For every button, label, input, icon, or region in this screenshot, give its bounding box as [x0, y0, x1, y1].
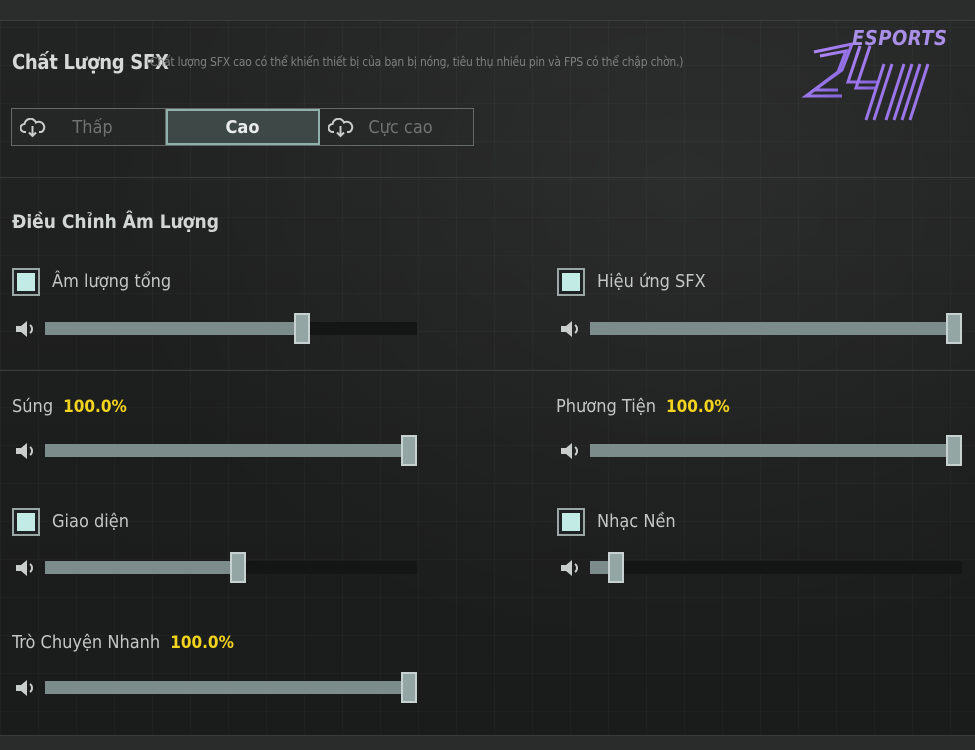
- quick-chat-percent: 100.0%: [170, 633, 234, 653]
- speaker-icon: [561, 321, 578, 337]
- slider-thumb[interactable]: [401, 435, 417, 466]
- quick-chat-slider[interactable]: [45, 672, 417, 703]
- sfx-effects-checkbox[interactable]: [557, 268, 585, 296]
- sfx-option-ultra-label: Cực cao: [368, 116, 433, 138]
- slider-thumb[interactable]: [946, 313, 962, 344]
- speaker-icon: [16, 560, 33, 576]
- sfx-quality-selector: Thấp Cao Cực cao: [11, 108, 474, 146]
- sfx-effects-label: Hiệu ứng SFX: [597, 271, 706, 292]
- sfx-option-high-label: Cao: [225, 116, 260, 138]
- volume-section-title: Điều Chỉnh Âm Lượng: [12, 211, 219, 233]
- divider: [0, 177, 975, 178]
- sfx-quality-note: (Chất lượng SFX cao có thể khiến thiết b…: [146, 55, 684, 69]
- music-volume-label: Nhạc Nền: [597, 511, 676, 532]
- sfx-option-low[interactable]: Thấp: [12, 109, 166, 145]
- vehicles-percent: 100.0%: [665, 397, 730, 417]
- guns-label: Súng: [12, 396, 54, 417]
- speaker-icon: [16, 680, 33, 696]
- quick-chat-label: Trò Chuyện Nhanh: [12, 632, 161, 653]
- guns-percent: 100.0%: [63, 397, 127, 417]
- guns-slider[interactable]: [45, 435, 417, 466]
- master-volume-label: Âm lượng tổng: [52, 271, 172, 292]
- quick-chat-header: Trò Chuyện Nhanh 100.0%: [12, 632, 234, 653]
- slider-thumb[interactable]: [401, 672, 417, 703]
- slider-thumb[interactable]: [946, 435, 962, 466]
- logo-brand-text: ESPORTS: [852, 26, 948, 50]
- cloud-download-icon: [328, 118, 354, 138]
- vehicles-label: Phương Tiện: [556, 396, 656, 417]
- ui-volume-label: Giao diện: [52, 511, 130, 532]
- sfx-effects-slider[interactable]: [590, 313, 962, 344]
- ui-volume-checkbox[interactable]: [12, 508, 40, 536]
- vehicles-header: Phương Tiện 100.0%: [556, 396, 730, 417]
- slider-thumb[interactable]: [294, 313, 310, 344]
- slider-thumb[interactable]: [608, 552, 624, 583]
- vehicles-slider[interactable]: [590, 435, 962, 466]
- music-volume-slider[interactable]: [590, 552, 962, 583]
- guns-header: Súng 100.0%: [12, 396, 127, 417]
- top-bar: [0, 0, 975, 21]
- music-volume-checkbox[interactable]: [557, 508, 585, 536]
- speaker-icon: [16, 321, 33, 337]
- divider: [0, 370, 975, 371]
- speaker-icon: [561, 443, 578, 459]
- sfx-option-ultra[interactable]: Cực cao: [320, 109, 473, 145]
- bottom-bar: [0, 735, 975, 750]
- speaker-icon: [561, 560, 578, 576]
- sfx-option-low-label: Thấp: [72, 116, 113, 138]
- slider-thumb[interactable]: [230, 552, 246, 583]
- speaker-icon: [16, 443, 33, 459]
- sfx-option-high[interactable]: Cao: [166, 109, 320, 145]
- ui-volume-slider[interactable]: [45, 552, 417, 583]
- master-volume-checkbox[interactable]: [12, 268, 40, 296]
- master-volume-slider[interactable]: [45, 313, 417, 344]
- cloud-download-icon: [20, 118, 46, 138]
